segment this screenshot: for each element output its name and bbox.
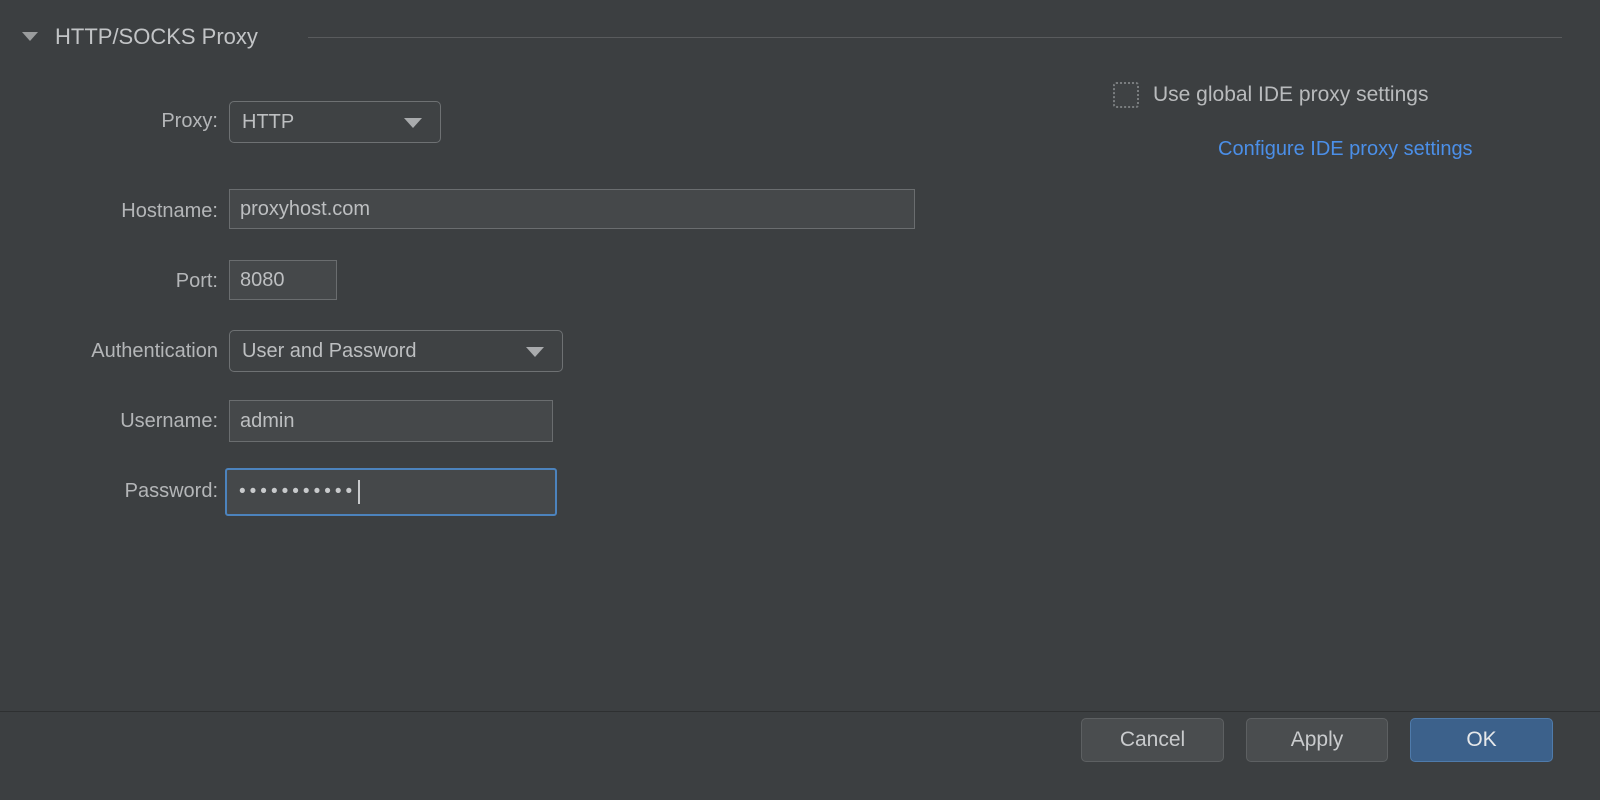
configure-ide-proxy-link[interactable]: Configure IDE proxy settings: [1218, 138, 1473, 161]
proxy-type-select[interactable]: HTTP: [229, 101, 441, 143]
text-caret: [358, 480, 361, 504]
hostname-value: proxyhost.com: [240, 197, 371, 220]
port-value: 8080: [240, 268, 285, 291]
proxy-label: Proxy:: [161, 110, 218, 132]
use-global-proxy-checkbox-row[interactable]: Use global IDE proxy settings: [1113, 82, 1428, 108]
proxy-settings-dialog: HTTP/SOCKS Proxy Proxy: Hostname: Port: …: [0, 0, 1600, 800]
triangle-down-icon[interactable]: [22, 32, 38, 41]
hostname-input[interactable]: proxyhost.com: [229, 189, 915, 229]
section-title: HTTP/SOCKS Proxy: [55, 24, 258, 49]
hostname-label: Hostname:: [121, 200, 218, 222]
password-masked-value: •••••••••••: [239, 480, 357, 502]
chevron-down-icon: [526, 347, 544, 357]
checkbox-icon[interactable]: [1113, 82, 1139, 108]
authentication-label: Authentication: [91, 340, 218, 362]
section-divider: [308, 37, 1562, 38]
username-label: Username:: [120, 410, 218, 432]
password-label: Password:: [124, 480, 218, 502]
cancel-button[interactable]: Cancel: [1081, 718, 1224, 762]
authentication-select[interactable]: User and Password: [229, 330, 563, 372]
username-input[interactable]: admin: [229, 400, 553, 442]
ok-button[interactable]: OK: [1410, 718, 1553, 762]
bottom-divider: [0, 711, 1600, 712]
section-header: HTTP/SOCKS Proxy: [0, 20, 1600, 54]
use-global-proxy-label: Use global IDE proxy settings: [1153, 83, 1429, 106]
authentication-value: User and Password: [242, 339, 417, 362]
port-input[interactable]: 8080: [229, 260, 337, 300]
chevron-down-icon: [404, 118, 422, 128]
username-value: admin: [240, 409, 295, 432]
password-input[interactable]: •••••••••••: [225, 468, 557, 516]
port-label: Port:: [175, 270, 218, 292]
proxy-type-value: HTTP: [242, 110, 295, 133]
apply-button[interactable]: Apply: [1246, 718, 1388, 762]
